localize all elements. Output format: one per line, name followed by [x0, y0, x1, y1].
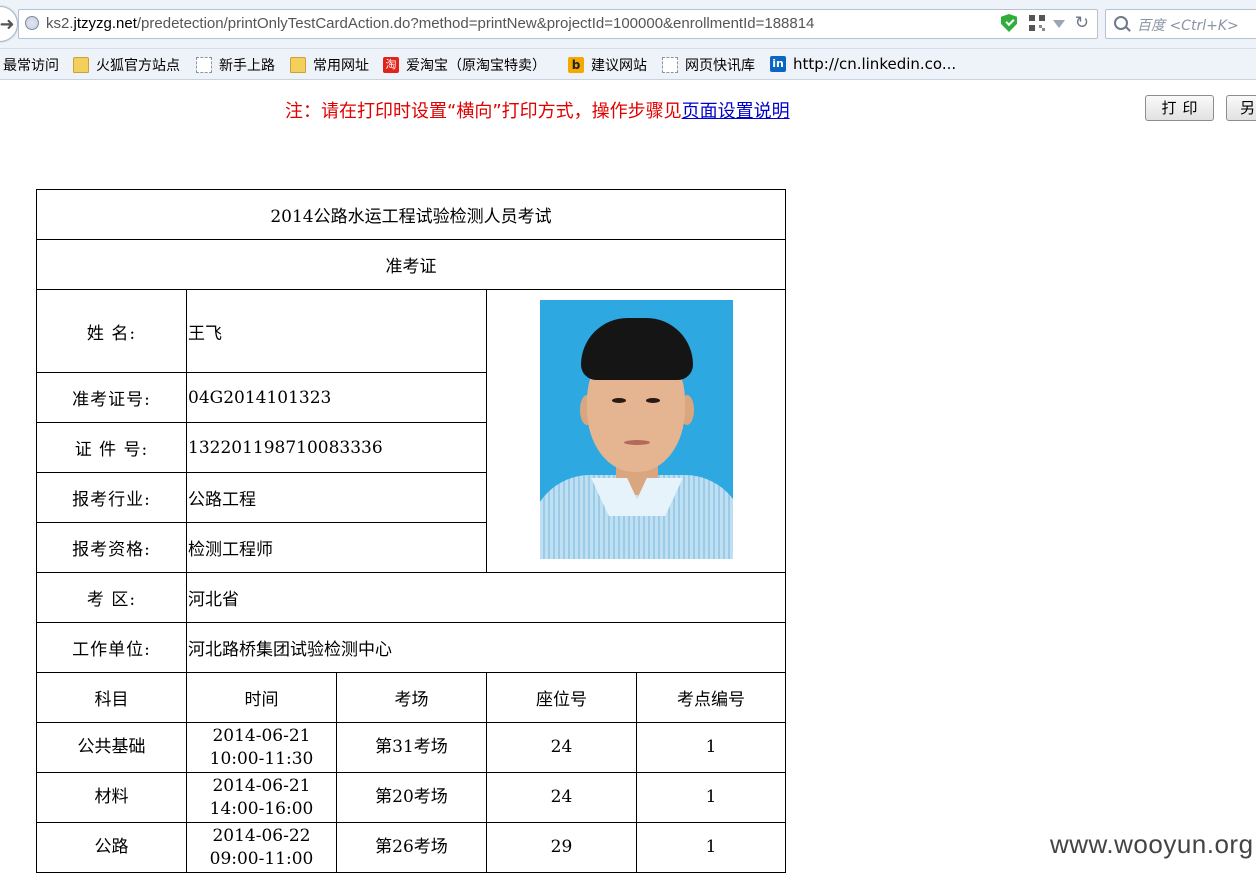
- bookmark-common-sites[interactable]: 常用网址: [290, 55, 369, 75]
- site-cell: 1: [636, 772, 786, 823]
- bookmark-label: 常用网址: [313, 58, 369, 74]
- site-identity-icon[interactable]: [25, 16, 39, 30]
- security-shield-icon[interactable]: [1001, 14, 1017, 32]
- search-placeholder: 百度 <Ctrl+K>: [1137, 18, 1239, 34]
- address-bar[interactable]: ks2.jtzyzg.net/predetection/printOnlyTes…: [18, 9, 1098, 39]
- bookmark-aitaobao[interactable]: 淘爱淘宝（原淘宝特卖）: [383, 55, 546, 75]
- qualification-label: 报考资格:: [36, 522, 187, 573]
- linkedin-icon: in: [770, 56, 786, 72]
- room-cell: 第31考场: [336, 722, 487, 773]
- bookmark-label: 网页快讯库: [685, 58, 755, 74]
- bookmark-linkedin[interactable]: in http://cn.linkedin.co...: [770, 55, 956, 73]
- site-cell: 1: [636, 822, 786, 873]
- bookmark-label: 爱淘宝（原淘宝特卖）: [406, 58, 546, 74]
- print-button[interactable]: 打印: [1145, 95, 1214, 121]
- employer-value: 河北路桥集团试验检测中心: [186, 622, 786, 673]
- date-text: 2014-06-22: [212, 825, 311, 846]
- bookmarks-toolbar: 最常访问 火狐官方站点 新手上路 常用网址 淘爱淘宝（原淘宝特卖） b 建议网站 …: [0, 49, 1256, 80]
- notice-text: 注：请在打印时设置“横向”打印方式，操作步骤见: [285, 101, 682, 122]
- bookmark-label: 最常访问: [3, 58, 59, 74]
- header-seat: 座位号: [486, 672, 637, 723]
- region-value: 河北省: [186, 572, 786, 623]
- folder-icon: [73, 57, 89, 73]
- id-number-value: 132201198710083336: [186, 422, 487, 473]
- subject-cell: 公共基础: [36, 722, 187, 773]
- bookmark-getting-started[interactable]: 新手上路: [196, 55, 275, 75]
- watermark: www.wooyun.org: [1050, 829, 1254, 859]
- name-label: 姓 名:: [36, 289, 187, 373]
- industry-label: 报考行业:: [36, 472, 187, 523]
- photo-cell: [486, 289, 786, 573]
- site-cell: 1: [636, 722, 786, 773]
- schedule-row: 公路 2014-06-22 09:00-11:00 第26考场 29 1: [36, 822, 786, 873]
- page-setup-link[interactable]: 页面设置说明: [682, 101, 790, 122]
- room-cell: 第26考场: [336, 822, 487, 873]
- time-cell: 2014-06-21 14:00-16:00: [186, 772, 337, 823]
- time-cell: 2014-06-22 09:00-11:00: [186, 822, 337, 873]
- dropdown-arrow-icon[interactable]: [1053, 20, 1065, 28]
- qr-code-icon[interactable]: [1029, 15, 1045, 31]
- schedule-row: 公共基础 2014-06-21 10:00-11:30 第31考场 24 1: [36, 722, 786, 773]
- subject-cell: 公路: [36, 822, 187, 873]
- browser-toolbar: ➜ ks2.jtzyzg.net/predetection/printOnlyT…: [0, 0, 1256, 49]
- url-text[interactable]: ks2.jtzyzg.net/predetection/printOnlyTes…: [46, 15, 814, 32]
- time-text: 09:00-11:00: [209, 848, 314, 869]
- back-arrow-icon: ➜: [0, 13, 15, 35]
- page-icon: [662, 57, 678, 73]
- bookmark-label: 建议网站: [591, 58, 647, 74]
- taobao-icon: 淘: [383, 57, 399, 73]
- date-text: 2014-06-21: [212, 775, 311, 796]
- search-icon: [1114, 16, 1128, 30]
- date-text: 2014-06-21: [212, 725, 311, 746]
- exam-title: 2014公路水运工程试验检测人员考试: [36, 189, 786, 240]
- time-text: 14:00-16:00: [209, 798, 314, 819]
- name-value: 王飞: [186, 289, 487, 373]
- region-label: 考 区:: [36, 572, 187, 623]
- industry-value: 公路工程: [186, 472, 487, 523]
- other-button[interactable]: 另: [1226, 95, 1256, 121]
- folder-icon: [290, 57, 306, 73]
- bookmark-label: 火狐官方站点: [96, 58, 180, 74]
- header-site: 考点编号: [636, 672, 786, 723]
- back-button[interactable]: ➜: [0, 6, 18, 42]
- seat-cell: 29: [486, 822, 637, 873]
- schedule-row: 材料 2014-06-21 14:00-16:00 第20考场 24 1: [36, 772, 786, 823]
- header-subject: 科目: [36, 672, 187, 723]
- ticket-number-label: 准考证号:: [36, 372, 187, 423]
- time-text: 10:00-11:30: [209, 748, 314, 769]
- seat-cell: 24: [486, 772, 637, 823]
- employer-label: 工作单位:: [36, 622, 187, 673]
- subject-cell: 材料: [36, 772, 187, 823]
- id-number-label: 证 件 号:: [36, 422, 187, 473]
- print-notice: 注：请在打印时设置“横向”打印方式，操作步骤见页面设置说明: [285, 97, 790, 123]
- bookmark-firefox-official[interactable]: 火狐官方站点: [73, 55, 180, 75]
- admission-ticket-table: 2014公路水运工程试验检测人员考试 准考证 姓 名: 王飞 准考证号: 04G…: [36, 189, 786, 873]
- candidate-photo: [539, 300, 733, 559]
- qualification-value: 检测工程师: [186, 522, 487, 573]
- bookmark-label: 新手上路: [219, 58, 275, 74]
- search-box[interactable]: 百度 <Ctrl+K>: [1105, 9, 1256, 39]
- room-cell: 第20考场: [336, 772, 487, 823]
- bookmark-label: http://cn.linkedin.co...: [793, 55, 957, 73]
- header-room: 考场: [336, 672, 487, 723]
- page-icon: [196, 57, 212, 73]
- ticket-number-value: 04G2014101323: [186, 372, 487, 423]
- bing-icon: b: [568, 57, 584, 73]
- bookmark-most-visited[interactable]: 最常访问: [3, 55, 59, 75]
- bookmark-web-slices[interactable]: 网页快讯库: [662, 55, 755, 75]
- bookmark-suggested-sites[interactable]: b 建议网站: [568, 55, 647, 75]
- card-title: 准考证: [36, 239, 786, 290]
- reload-icon[interactable]: ↻: [1075, 13, 1089, 33]
- seat-cell: 24: [486, 722, 637, 773]
- time-cell: 2014-06-21 10:00-11:30: [186, 722, 337, 773]
- header-time: 时间: [186, 672, 337, 723]
